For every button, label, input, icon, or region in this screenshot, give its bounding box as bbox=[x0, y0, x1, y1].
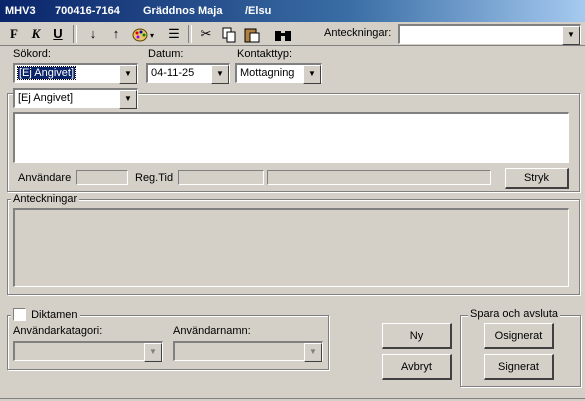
copy-icon[interactable] bbox=[219, 25, 239, 43]
signed-button[interactable]: Signerat bbox=[484, 354, 554, 380]
user-label: Användare bbox=[18, 172, 72, 184]
notes-text-area[interactable] bbox=[13, 208, 569, 287]
new-button[interactable]: Ny bbox=[382, 323, 452, 349]
chevron-down-icon[interactable]: ▼ bbox=[119, 65, 137, 84]
keyword-select-value: [Ej Angivet] bbox=[16, 66, 77, 80]
reg-time-label: Reg.Tid bbox=[135, 172, 174, 184]
chevron-down-icon[interactable]: ▼ bbox=[119, 90, 137, 109]
italic-icon[interactable]: K bbox=[26, 25, 46, 43]
user-signature: /Elsu bbox=[245, 5, 272, 17]
palette-icon[interactable]: ▾ bbox=[129, 25, 157, 43]
contact-type-select[interactable]: Mottagning ▼ bbox=[235, 63, 322, 84]
chevron-down-icon[interactable]: ▼ bbox=[144, 343, 162, 362]
toolbar-separator bbox=[188, 25, 192, 43]
notes-group-label: Anteckningar bbox=[11, 193, 80, 205]
paste-icon[interactable] bbox=[242, 25, 262, 43]
reg-time-field bbox=[178, 170, 264, 185]
dictation-label: Diktamen bbox=[31, 308, 78, 321]
patient-name: Gräddnos Maja bbox=[143, 5, 223, 17]
contact-type-label: Kontakttyp: bbox=[237, 48, 293, 60]
toolbar: F K U ↓ ↑ ▾ ☰ ✂ Anteckningar: ▼ bbox=[0, 22, 585, 46]
entry-keyword-value: [Ej Angivet] bbox=[18, 92, 74, 104]
bold-icon[interactable]: F bbox=[4, 25, 24, 43]
title-bar: MHV3 700416-7164 Gräddnos Maja /Elsu bbox=[0, 0, 585, 22]
toolbar-separator bbox=[73, 25, 77, 43]
keyword-select[interactable]: [Ej Angivet] ▼ bbox=[13, 63, 138, 84]
dictation-checkbox[interactable] bbox=[13, 308, 26, 321]
date-picker[interactable]: 04-11-25 ▼ bbox=[146, 63, 230, 84]
cut-icon[interactable]: ✂ bbox=[196, 25, 216, 43]
unsigned-button[interactable]: Osignerat bbox=[484, 323, 554, 349]
arrow-up-icon[interactable]: ↑ bbox=[106, 25, 126, 43]
user-category-select[interactable]: ▼ bbox=[13, 341, 163, 362]
notes-dropdown[interactable]: ▼ bbox=[398, 24, 581, 45]
arrow-down-icon[interactable]: ↓ bbox=[83, 25, 103, 43]
date-picker-value: 04-11-25 bbox=[151, 67, 195, 79]
cancel-button[interactable]: Avbryt bbox=[382, 354, 452, 380]
notes-dropdown-label: Anteckningar: bbox=[324, 27, 392, 39]
chevron-down-icon[interactable]: ▼ bbox=[303, 65, 321, 84]
contact-type-value: Mottagning bbox=[240, 67, 295, 79]
entry-info-field bbox=[267, 170, 491, 185]
patient-id: 700416-7164 bbox=[55, 5, 120, 17]
strike-button[interactable]: Stryk bbox=[505, 168, 569, 189]
user-category-label: Användarkatagori: bbox=[13, 325, 103, 337]
username-label: Användarnamn: bbox=[173, 325, 251, 337]
window-bottom-border bbox=[0, 398, 585, 399]
save-group-label: Spara och avsluta bbox=[468, 308, 561, 320]
chevron-down-icon[interactable]: ▼ bbox=[304, 343, 322, 362]
list-icon[interactable]: ☰ bbox=[164, 25, 184, 43]
username-select[interactable]: ▼ bbox=[173, 341, 323, 362]
entry-keyword-select[interactable]: [Ej Angivet] ▼ bbox=[13, 88, 138, 109]
module-name: MHV3 bbox=[5, 5, 36, 17]
entry-text-area[interactable] bbox=[13, 112, 569, 163]
user-field bbox=[76, 170, 128, 185]
dictation-toggle[interactable]: Diktamen bbox=[11, 308, 80, 321]
chevron-down-icon[interactable]: ▼ bbox=[211, 65, 229, 84]
date-label: Datum: bbox=[148, 48, 184, 60]
chevron-down-icon[interactable]: ▼ bbox=[562, 26, 580, 45]
underline-icon[interactable]: U bbox=[48, 25, 68, 43]
keyword-label: Sökord: bbox=[13, 48, 51, 60]
binoculars-icon[interactable] bbox=[273, 25, 293, 43]
